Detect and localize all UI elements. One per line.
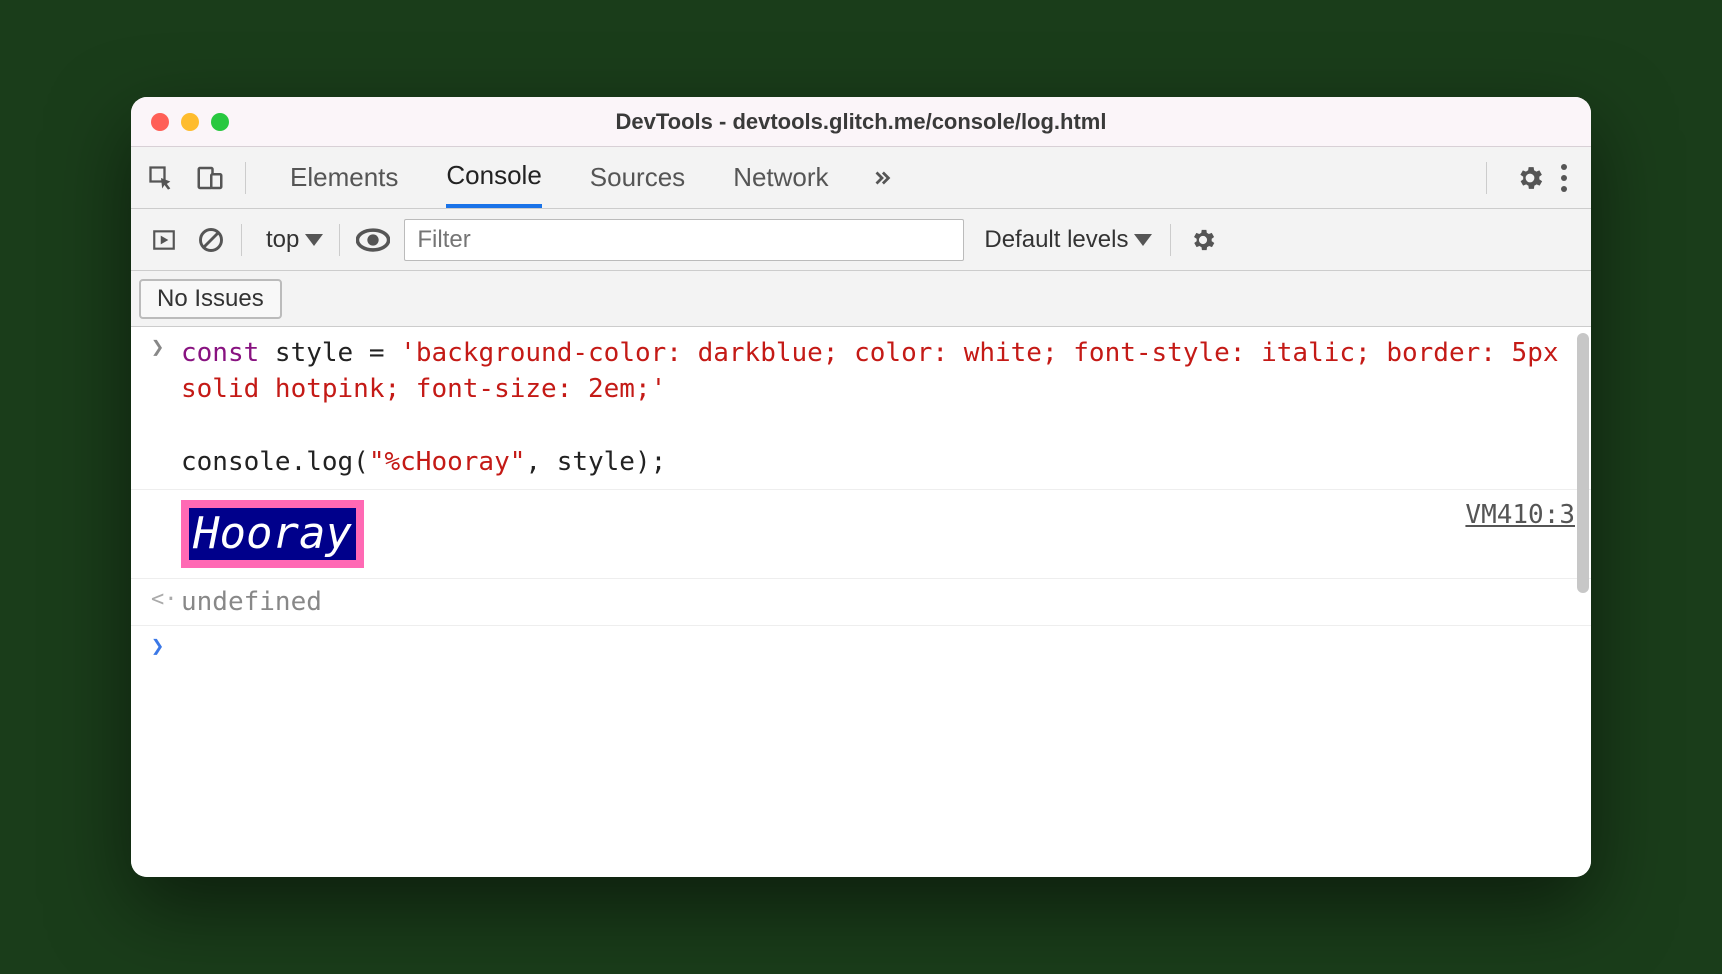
log-levels-selector[interactable]: Default levels: [984, 226, 1152, 254]
inspect-element-icon[interactable]: [147, 164, 175, 192]
live-expression-icon[interactable]: [356, 227, 390, 253]
console-settings-icon[interactable]: [1189, 226, 1217, 254]
clear-console-icon[interactable]: [197, 226, 225, 254]
settings-icon[interactable]: [1515, 163, 1545, 193]
close-window-button[interactable]: [151, 113, 169, 131]
console-log-output: Hooray VM410:3: [131, 490, 1591, 580]
divider: [245, 162, 246, 194]
divider: [339, 224, 340, 256]
context-label: top: [266, 226, 299, 254]
tab-sources[interactable]: Sources: [590, 147, 685, 208]
dropdown-icon: [1134, 234, 1152, 246]
window-title: DevTools - devtools.glitch.me/console/lo…: [131, 109, 1591, 135]
maximize-window-button[interactable]: [211, 113, 229, 131]
prompt-marker-icon: ❯: [151, 634, 164, 659]
toggle-sidebar-icon[interactable]: [151, 227, 177, 253]
styled-log-text: Hooray: [181, 500, 364, 569]
filter-input[interactable]: [404, 219, 964, 261]
titlebar: DevTools - devtools.glitch.me/console/lo…: [131, 97, 1591, 147]
dropdown-icon: [305, 234, 323, 246]
console-output[interactable]: ❯ const style = 'background-color: darkb…: [131, 327, 1591, 877]
return-marker-icon: <·: [151, 587, 178, 612]
return-value: undefined: [181, 587, 322, 617]
issues-button[interactable]: No Issues: [139, 279, 282, 319]
input-marker-icon: ❯: [151, 335, 164, 360]
tabs-bar: Elements Console Sources Network: [131, 147, 1591, 209]
code-text: const style = 'background-color: darkblu…: [181, 335, 1575, 481]
console-prompt[interactable]: ❯: [131, 626, 1591, 642]
divider: [1486, 162, 1487, 194]
more-tabs-icon[interactable]: [871, 167, 893, 189]
console-return-entry: <· undefined: [131, 579, 1591, 626]
divider: [1170, 224, 1171, 256]
issues-bar: No Issues: [131, 271, 1591, 327]
minimize-window-button[interactable]: [181, 113, 199, 131]
tab-elements[interactable]: Elements: [290, 147, 398, 208]
device-toolbar-icon[interactable]: [195, 163, 225, 193]
tab-console[interactable]: Console: [446, 147, 541, 208]
levels-label: Default levels: [984, 226, 1128, 254]
traffic-lights: [151, 113, 229, 131]
more-options-icon[interactable]: [1553, 164, 1575, 192]
devtools-window: DevTools - devtools.glitch.me/console/lo…: [131, 97, 1591, 877]
divider: [241, 224, 242, 256]
context-selector[interactable]: top: [266, 226, 323, 254]
console-input-entry: ❯ const style = 'background-color: darkb…: [131, 327, 1591, 490]
scrollbar-thumb[interactable]: [1577, 333, 1589, 593]
tab-network[interactable]: Network: [733, 147, 828, 208]
source-link[interactable]: VM410:3: [1465, 500, 1575, 530]
console-toolbar: top Default levels: [131, 209, 1591, 271]
